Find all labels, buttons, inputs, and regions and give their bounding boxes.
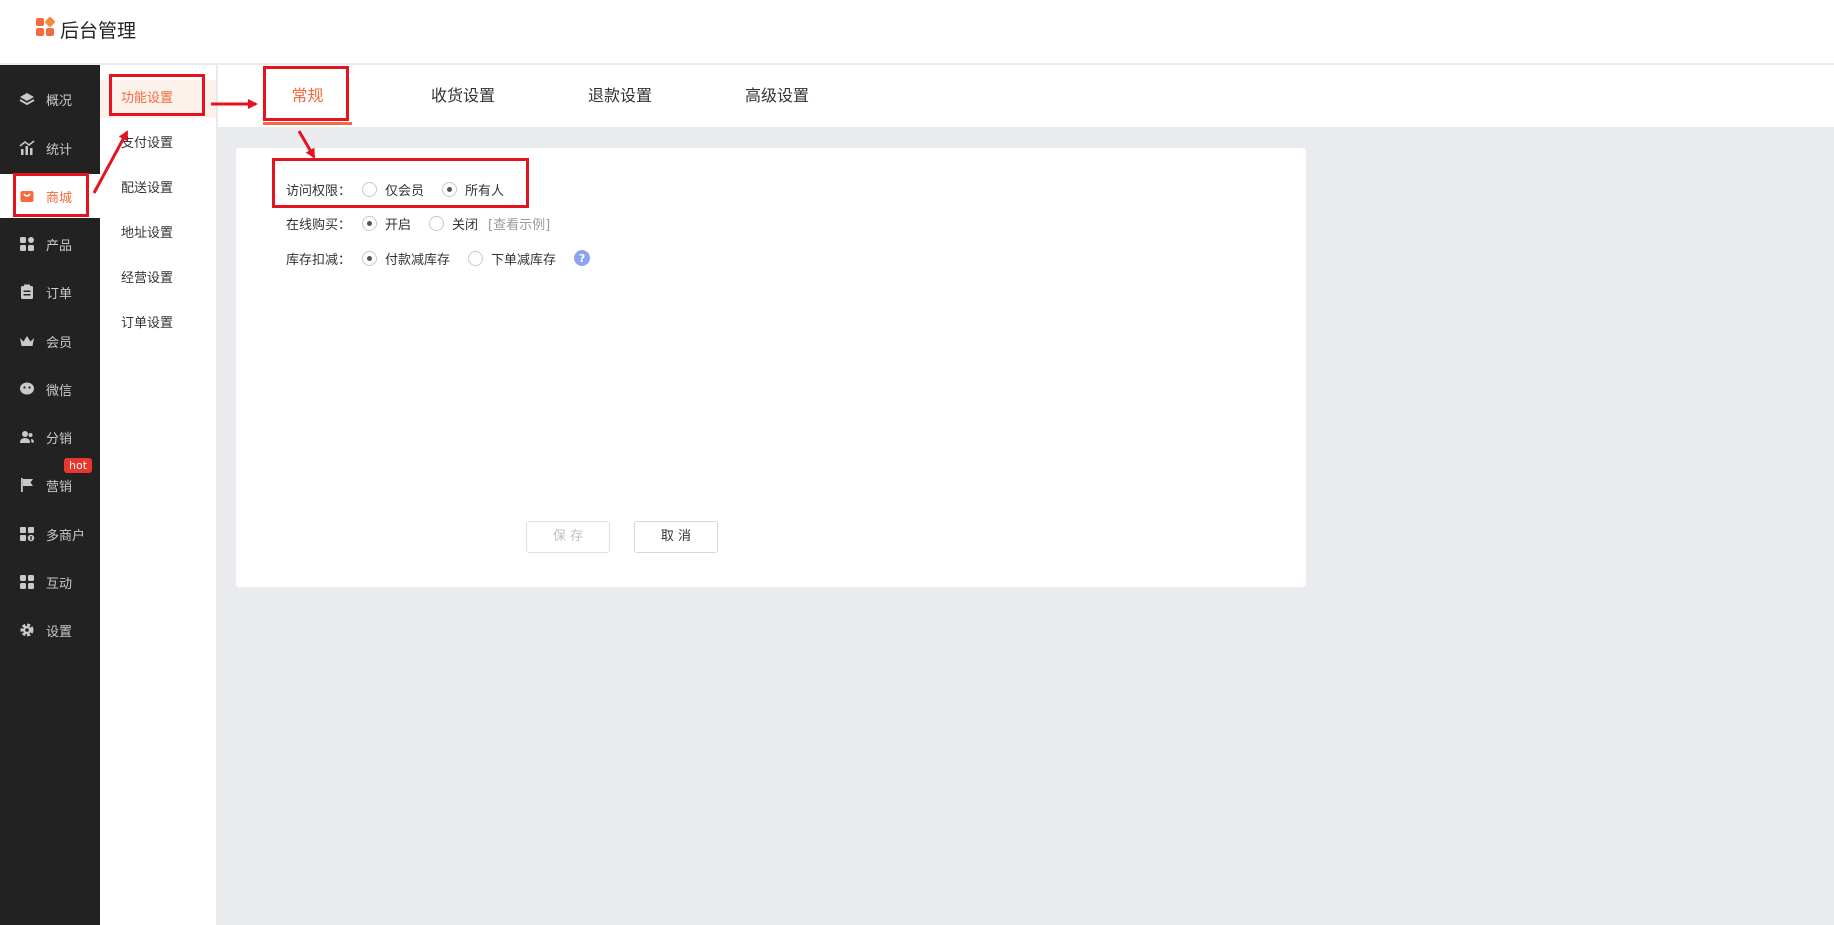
sidebar-item-label: 多商户: [46, 528, 86, 544]
radio-enable[interactable]: 开启: [362, 214, 411, 233]
sidebar-item-label: 产品: [46, 238, 73, 254]
main-sidebar: 概况 统计 商城 产品 订单 会员 微信 分销 营销 多商户 互动 设置: [0, 65, 100, 925]
radio-label: 付款减库存: [385, 252, 451, 268]
radio-dot-selected: [442, 181, 458, 197]
sidebar-item-label: 设置: [46, 624, 73, 640]
sidebar-item-distribution[interactable]: 分销: [0, 415, 100, 459]
sidebar-item-stats[interactable]: 统计: [0, 126, 100, 170]
access-permission-row: 访问权限： 仅会员 所有人: [286, 178, 522, 200]
sidebar-item-settings[interactable]: 设置: [0, 608, 100, 652]
radio-label: 仅会员: [385, 183, 425, 199]
clipboard-icon: [19, 284, 35, 300]
submenu-item-address-settings[interactable]: 地址设置: [100, 215, 216, 253]
help-icon[interactable]: ?: [574, 250, 591, 266]
radio-dot-selected: [362, 215, 377, 231]
interact-icon: [19, 574, 35, 590]
shop-bag-icon: [19, 188, 35, 204]
radio-label: 关闭: [452, 217, 479, 233]
sidebar-item-label: 概况: [46, 93, 73, 109]
sidebar-item-multi-merchant[interactable]: 多商户: [0, 512, 100, 556]
tab-general[interactable]: 常规: [263, 65, 352, 127]
radio-dot: [468, 250, 484, 266]
active-tab-indicator: [263, 122, 352, 125]
sidebar-item-label: 订单: [46, 286, 73, 302]
view-example-link[interactable]: [查看示例]: [488, 214, 550, 233]
sidebar-item-label: 营销: [46, 479, 73, 495]
tab-refund-settings[interactable]: 退款设置: [563, 65, 677, 127]
cancel-button[interactable]: 取 消: [634, 521, 718, 553]
radio-everyone[interactable]: 所有人: [442, 180, 504, 199]
grid-icon: [19, 236, 35, 252]
gear-icon: [19, 622, 35, 638]
radio-label: 所有人: [465, 183, 505, 199]
submenu-item-order-settings[interactable]: 订单设置: [100, 305, 216, 343]
shop-submenu: 功能设置 支付设置 配送设置 地址设置 经营设置 订单设置: [100, 65, 217, 925]
online-purchase-row: 在线购买： 开启 关闭 [查看示例]: [286, 212, 550, 234]
submenu-item-payment-settings[interactable]: 支付设置: [100, 125, 216, 163]
store-grid-icon: [19, 526, 35, 542]
radio-dot: [362, 181, 377, 197]
submenu-item-delivery-settings[interactable]: 配送设置: [100, 170, 216, 208]
tab-receiving-settings[interactable]: 收货设置: [406, 65, 520, 127]
submenu-item-business-settings[interactable]: 经营设置: [100, 260, 216, 298]
app-title: 后台管理: [60, 20, 137, 42]
radio-dot-selected: [362, 250, 377, 266]
radio-deduct-on-order[interactable]: 下单减库存: [468, 249, 556, 268]
wechat-icon: [19, 381, 35, 397]
radio-disable[interactable]: 关闭: [429, 214, 478, 233]
sidebar-item-members[interactable]: 会员: [0, 319, 100, 363]
sidebar-item-products[interactable]: 产品: [0, 222, 100, 266]
settings-tabs: 常规 收货设置 退款设置 高级设置: [218, 65, 1834, 127]
layers-icon: [19, 91, 35, 107]
sidebar-item-label: 互动: [46, 576, 73, 592]
tab-advanced-settings[interactable]: 高级设置: [720, 65, 834, 127]
sidebar-item-overview[interactable]: 概况: [0, 77, 100, 121]
stock-deduction-label: 库存扣减：: [286, 252, 352, 268]
sidebar-item-label: 会员: [46, 335, 73, 351]
flag-icon: [19, 477, 35, 493]
sidebar-item-label: 微信: [46, 383, 73, 399]
online-purchase-label: 在线购买：: [286, 217, 352, 233]
chart-icon: [19, 140, 35, 156]
hot-badge: hot: [64, 458, 93, 473]
access-permission-label: 访问权限：: [286, 183, 352, 199]
sidebar-item-orders[interactable]: 订单: [0, 270, 100, 314]
sidebar-item-label: 统计: [46, 142, 73, 158]
stock-deduction-row: 库存扣减： 付款减库存 下单减库存 ?: [286, 247, 591, 269]
users-icon: [19, 429, 35, 445]
top-header: 后台管理: [0, 0, 1834, 64]
radio-dot: [429, 215, 445, 231]
sidebar-item-wechat[interactable]: 微信: [0, 367, 100, 411]
logo-icon: [36, 16, 56, 38]
sidebar-item-label: 商城: [46, 190, 73, 206]
sidebar-item-label: 分销: [46, 431, 73, 447]
radio-deduct-on-payment[interactable]: 付款减库存: [362, 249, 450, 268]
radio-label: 开启: [385, 217, 412, 233]
sidebar-item-shop[interactable]: 商城: [0, 174, 100, 218]
sidebar-item-interaction[interactable]: 互动: [0, 560, 100, 604]
save-button[interactable]: 保 存: [526, 521, 610, 553]
radio-label: 下单减库存: [491, 252, 557, 268]
settings-panel: 访问权限： 仅会员 所有人 在线购买： 开启 关闭 [查看示例] 库存扣减： 付…: [236, 148, 1306, 587]
submenu-item-function-settings[interactable]: 功能设置: [100, 80, 216, 118]
radio-members-only[interactable]: 仅会员: [362, 180, 424, 199]
crown-icon: [19, 333, 35, 349]
